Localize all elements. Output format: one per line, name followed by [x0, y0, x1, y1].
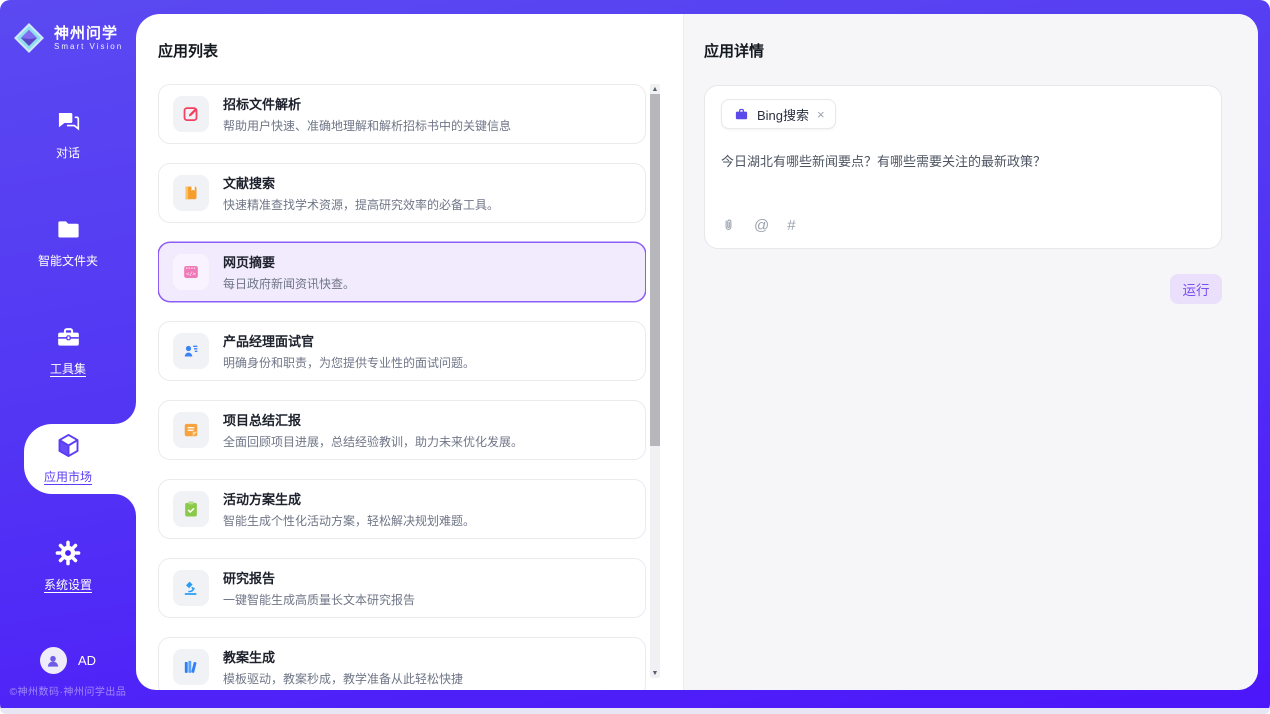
books-icon [173, 649, 209, 685]
user-profile[interactable]: AD [0, 647, 136, 674]
app-card-title: 研究报告 [223, 568, 415, 587]
svg-text:</>: </> [186, 271, 197, 277]
note-icon [173, 412, 209, 448]
diamond-logo-icon [13, 22, 45, 54]
tool-chip-label: Bing搜索 [757, 105, 809, 124]
at-mention-icon[interactable]: @ [754, 217, 769, 234]
app-card-title: 项目总结汇报 [223, 410, 523, 429]
brand-logo: 神州问学 Smart Vision [0, 0, 136, 54]
app-detail-title: 应用详情 [704, 40, 1222, 61]
run-button-row: 运行 [704, 274, 1222, 304]
app-card-pm-interviewer[interactable]: 产品经理面试官 明确身份和职责，为您提供专业性的面试问题。 [158, 321, 646, 381]
bubble-curve-top [114, 402, 136, 424]
gear-icon [54, 539, 82, 567]
toolbox-icon [55, 324, 82, 351]
prompt-composer: Bing搜索 × 今日湖北有哪些新闻要点？有哪些需要关注的最新政策？ @ # [704, 85, 1222, 249]
folder-icon [55, 216, 82, 243]
app-card-research-report[interactable]: 研究报告 一键智能生成高质量长文本研究报告 [158, 558, 646, 618]
app-detail-section: 应用详情 Bing搜索 × 今日湖北有哪些新闻要点？有哪些需要关注的最新政策？ [683, 14, 1258, 690]
app-card-title: 网页摘要 [223, 252, 355, 271]
sidebar-item-app-market[interactable]: 应用市场 [0, 404, 136, 512]
brand-subtitle: Smart Vision [54, 42, 123, 51]
app-card-bid-parsing[interactable]: 招标文件解析 帮助用户快速、准确地理解和解析招标书中的关键信息 [158, 84, 646, 144]
sidebar-item-label: 应用市场 [44, 468, 92, 485]
tool-chip-bing-search[interactable]: Bing搜索 × [721, 99, 836, 129]
scrollbar-down-arrow-icon[interactable]: ▼ [650, 668, 660, 678]
composer-toolbar: @ # [721, 217, 1205, 236]
app-card-desc: 每日政府新闻资讯快查。 [223, 275, 355, 292]
app-card-desc: 智能生成个性化活动方案，轻松解决规划难题。 [223, 512, 475, 529]
content-panel: 应用列表 招标文件解析 帮助用户快速、准确地理解和解析招标书中的关键信息 [136, 14, 1258, 690]
avatar [40, 647, 67, 674]
app-card-desc: 全面回顾项目进展，总结经验教训，助力未来优化发展。 [223, 433, 523, 450]
user-initials: AD [78, 653, 96, 668]
app-card-title: 文献搜索 [223, 173, 499, 192]
app-card-title: 产品经理面试官 [223, 331, 475, 350]
clipboard-check-icon [173, 491, 209, 527]
app-card-desc: 快速精准查找学术资源，提高研究效率的必备工具。 [223, 196, 499, 213]
app-card-event-plan[interactable]: 活动方案生成 智能生成个性化活动方案，轻松解决规划难题。 [158, 479, 646, 539]
sidebar-item-chat[interactable]: 对话 [0, 80, 136, 188]
prompt-input[interactable]: 今日湖北有哪些新闻要点？有哪些需要关注的最新政策？ [721, 151, 1205, 170]
sidebar-item-label: 智能文件夹 [38, 252, 98, 269]
app-card-title: 教案生成 [223, 647, 463, 666]
book-icon [173, 175, 209, 211]
app-card-desc: 模板驱动，教案秒成，教学准备从此轻松快捷 [223, 670, 463, 687]
sidebar-item-settings[interactable]: 系统设置 [0, 512, 136, 620]
paperclip-icon[interactable] [721, 217, 736, 234]
app-card-title: 活动方案生成 [223, 489, 475, 508]
app-card-title: 招标文件解析 [223, 94, 511, 113]
app-card-list: 招标文件解析 帮助用户快速、准确地理解和解析招标书中的关键信息 文献搜索 [158, 84, 646, 690]
sidebar-item-label: 系统设置 [44, 576, 92, 593]
interview-icon [173, 333, 209, 369]
chat-icon [55, 108, 82, 135]
app-card-desc: 一键智能生成高质量长文本研究报告 [223, 591, 415, 608]
app-list-title: 应用列表 [158, 40, 683, 61]
app-card-lesson-plan[interactable]: 教案生成 模板驱动，教案秒成，教学准备从此轻松快捷 [158, 637, 646, 690]
person-icon [45, 653, 61, 669]
sidebar: 神州问学 Smart Vision 对话 [0, 0, 136, 708]
brand-title: 神州问学 [54, 25, 123, 42]
close-icon[interactable]: × [817, 108, 825, 121]
scrollbar-thumb[interactable] [650, 94, 660, 446]
microscope-icon [173, 570, 209, 606]
app-card-project-summary[interactable]: 项目总结汇报 全面回顾项目进展，总结经验教训，助力未来优化发展。 [158, 400, 646, 460]
app-list-section: 应用列表 招标文件解析 帮助用户快速、准确地理解和解析招标书中的关键信息 [136, 14, 683, 690]
app-card-desc: 明确身份和职责，为您提供专业性的面试问题。 [223, 354, 475, 371]
cube-icon [55, 432, 82, 459]
app-card-desc: 帮助用户快速、准确地理解和解析招标书中的关键信息 [223, 117, 511, 134]
sidebar-item-label: 工具集 [50, 360, 86, 377]
hash-tag-icon[interactable]: # [787, 217, 795, 234]
scrollbar-up-arrow-icon[interactable]: ▲ [650, 84, 660, 94]
edit-square-icon [173, 96, 209, 132]
app-card-literature-search[interactable]: 文献搜索 快速精准查找学术资源，提高研究效率的必备工具。 [158, 163, 646, 223]
sidebar-item-toolset[interactable]: 工具集 [0, 296, 136, 404]
app-list-scrollbar[interactable]: ▲ ▼ [650, 84, 660, 678]
sidebar-item-label: 对话 [56, 144, 80, 161]
sidebar-item-smart-folders[interactable]: 智能文件夹 [0, 188, 136, 296]
app-background: 神州问学 Smart Vision 对话 [0, 0, 1270, 714]
browser-code-icon: </> [173, 254, 209, 290]
run-button[interactable]: 运行 [1170, 274, 1222, 304]
bottom-strip [0, 708, 1270, 714]
briefcase-icon [734, 107, 749, 122]
sidebar-nav: 对话 智能文件夹 [0, 80, 136, 620]
sidebar-footer-text: ©神州数码·神州问学出品 [0, 683, 136, 698]
app-card-web-summary[interactable]: </> 网页摘要 每日政府新闻资讯快查。 [158, 242, 646, 302]
